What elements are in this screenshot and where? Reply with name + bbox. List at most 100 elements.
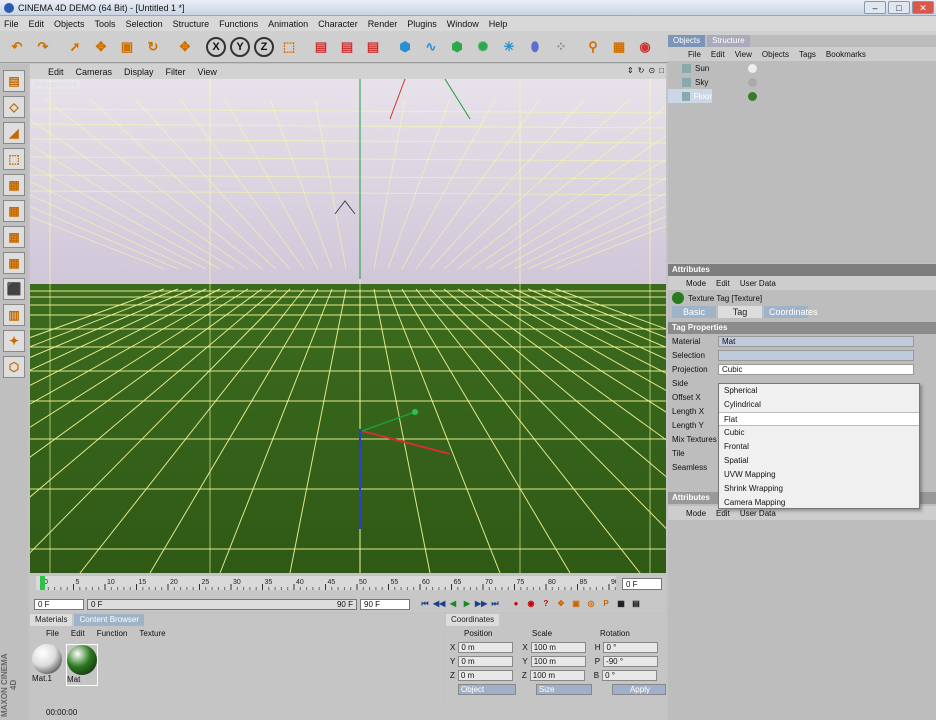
y-axis-icon[interactable]: Y [230, 36, 250, 57]
deformer-icon[interactable]: ✳ [498, 36, 520, 58]
step-back-button[interactable]: ◀◀ [433, 598, 445, 610]
viewport-menu-filter[interactable]: Filter [166, 67, 186, 77]
current-frame-field[interactable]: 0 F [622, 578, 662, 590]
mode-select[interactable]: Object [458, 683, 516, 695]
projection-option[interactable]: Frontal [719, 440, 919, 454]
menu-plugins[interactable]: Plugins [407, 19, 437, 29]
object-menu-view[interactable]: View [735, 50, 752, 59]
position-field[interactable]: 0 m [458, 641, 514, 653]
workplane-icon[interactable]: ⬛ [3, 278, 25, 300]
projection-option[interactable]: Shrink Wrapping [719, 482, 919, 496]
attribute-menu-user-data[interactable]: User Data [740, 279, 776, 288]
viewport-menu-display[interactable]: Display [124, 67, 154, 77]
rotation-key-icon[interactable]: ◎ [585, 598, 597, 610]
rotation-field[interactable]: 0 ° [603, 641, 659, 653]
coordinate-system-icon[interactable]: ⬚ [278, 36, 300, 58]
tab-basic[interactable]: Basic [672, 306, 716, 318]
array-icon[interactable]: ✺ [472, 36, 494, 58]
go-to-start-button[interactable]: ⏮ [419, 598, 431, 610]
x-axis-icon[interactable]: X [206, 36, 226, 57]
render-view-icon[interactable]: ▤ [310, 36, 332, 58]
timeline[interactable]: 051015202530354045505560657075808590 0 F [30, 576, 666, 596]
close-button[interactable]: ✕ [912, 1, 934, 14]
object-row[interactable]: Sun [668, 61, 936, 75]
menu-selection[interactable]: Selection [126, 19, 163, 29]
tab-objects[interactable]: Objects [668, 35, 706, 47]
light-icon[interactable]: ▦ [608, 36, 630, 58]
menu-objects[interactable]: Objects [54, 19, 85, 29]
record-icon[interactable]: ● [510, 598, 522, 610]
scale-icon[interactable]: ▣ [116, 36, 138, 58]
edges-mode-icon[interactable]: ▦ [3, 200, 25, 222]
go-to-end-button[interactable]: ⏭ [489, 598, 501, 610]
spline-icon[interactable]: ∿ [420, 36, 442, 58]
snap-icon[interactable]: ▥ [3, 304, 25, 326]
particles-icon[interactable]: ⁘ [550, 36, 572, 58]
viewport-orbit-icon[interactable]: ↻ [638, 66, 645, 75]
object-menu-edit[interactable]: Edit [711, 50, 725, 59]
sky-icon[interactable]: ◉ [634, 36, 656, 58]
viewport-menu-cameras[interactable]: Cameras [76, 67, 113, 77]
z-axis-icon[interactable]: Z [254, 36, 274, 57]
play-forward-button[interactable]: ▶ [461, 598, 473, 610]
tab-content-browser[interactable]: Content Browser [74, 614, 145, 626]
viewport-menu-edit[interactable]: Edit [48, 67, 64, 77]
camera-icon[interactable]: ⚲ [582, 36, 604, 58]
viewport-maximize-icon[interactable]: □ [659, 66, 664, 75]
size-field[interactable]: 100 m [530, 655, 586, 667]
object-menu-tags[interactable]: Tags [799, 50, 816, 59]
lock-icon[interactable]: ✦ [3, 330, 25, 352]
start-frame-field[interactable]: 0 F [34, 598, 84, 610]
projection-option[interactable]: Spatial [719, 454, 919, 468]
projection-option[interactable]: Camera Mapping [719, 496, 919, 510]
menu-character[interactable]: Character [318, 19, 358, 29]
property-value[interactable]: Mat [718, 335, 914, 347]
parameter-key-icon[interactable]: P [600, 598, 612, 610]
animation-icon[interactable]: ⬡ [3, 356, 25, 378]
auto-key-icon[interactable]: ◉ [525, 598, 537, 610]
viewport-layout-icon[interactable]: ▤ [3, 70, 25, 92]
projection-option[interactable]: UVW Mapping [719, 468, 919, 482]
texture-mode-icon[interactable]: ▦ [3, 252, 25, 274]
scene-icon[interactable]: ⬮ [524, 36, 546, 58]
size-select[interactable]: Size [535, 683, 592, 695]
tab-coordinates[interactable]: Coordinates [446, 614, 500, 626]
end-frame-field[interactable]: 90 F [360, 598, 410, 610]
size-field[interactable]: 100 m [529, 669, 585, 681]
property-value[interactable]: Cubic [718, 363, 914, 375]
material-menu-texture[interactable]: Texture [139, 629, 165, 638]
rotation-field[interactable]: -90 ° [603, 655, 659, 667]
timeline-icon[interactable]: ▤ [630, 598, 642, 610]
render-picture-viewer-icon[interactable]: ▤ [336, 36, 358, 58]
material-swatch[interactable]: Mat [66, 644, 98, 686]
polygons-mode-icon[interactable]: ▦ [3, 226, 25, 248]
perspective-viewport[interactable]: Perspective [30, 79, 666, 573]
menu-edit[interactable]: Edit [29, 19, 45, 29]
material-swatch[interactable]: Mat.1 [32, 644, 64, 686]
tab-materials[interactable]: Materials [30, 614, 73, 626]
material-tag-icon[interactable] [748, 77, 757, 87]
menu-help[interactable]: Help [489, 19, 508, 29]
viewport-pan-icon[interactable]: ⇕ [627, 66, 634, 75]
material-menu-function[interactable]: Function [97, 629, 128, 638]
tab-coordinates[interactable]: Coordinates [764, 306, 818, 318]
restore-button[interactable]: □ [888, 1, 910, 14]
render-settings-icon[interactable]: ▤ [362, 36, 384, 58]
move-tool-icon[interactable]: ✥ [174, 36, 196, 58]
rotate-icon[interactable]: ↻ [142, 36, 164, 58]
object-menu-file[interactable]: File [688, 50, 701, 59]
menu-render[interactable]: Render [368, 19, 398, 29]
play-back-button[interactable]: ◀ [447, 598, 459, 610]
material-menu-file[interactable]: File [46, 629, 59, 638]
projection-option[interactable]: Spherical [719, 384, 919, 398]
viewport-zoom-icon[interactable]: ⊙ [648, 66, 655, 75]
preview-range-slider[interactable]: 0 F 90 F [87, 598, 357, 610]
attribute-menu-edit[interactable]: Edit [716, 279, 730, 288]
object-row[interactable]: Sky [668, 75, 936, 89]
projection-option[interactable]: Cubic [719, 426, 919, 440]
attribute-menu-mode[interactable]: Mode [686, 279, 706, 288]
menu-structure[interactable]: Structure [173, 19, 210, 29]
position-field[interactable]: 0 m [457, 669, 513, 681]
rotation-field[interactable]: 0 ° [602, 669, 658, 681]
menu-file[interactable]: File [4, 19, 19, 29]
